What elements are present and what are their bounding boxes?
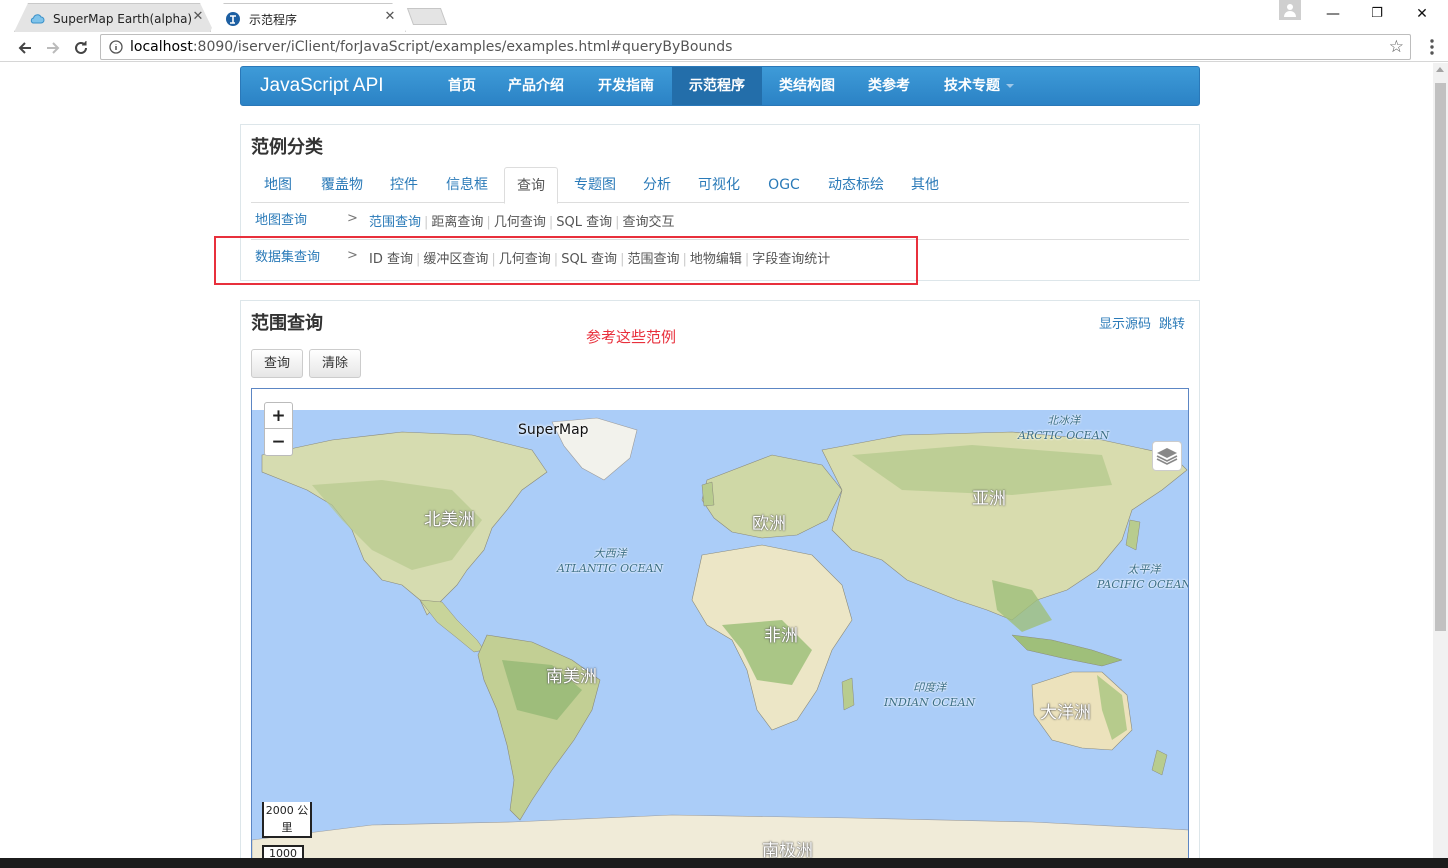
forward-arrow-icon[interactable] — [43, 38, 63, 58]
query-button[interactable]: 查询 — [251, 349, 304, 378]
address-bar[interactable]: localhost:8090/iserver/iClient/forJavaSc… — [100, 34, 1411, 60]
nav-product[interactable]: 产品介绍 — [497, 67, 575, 105]
nav-tech-topics-label: 技术专题 — [944, 78, 1000, 94]
tab-dynamic-plot[interactable]: 动态标绘 — [819, 167, 893, 203]
label-antarctica: 南极洲 — [762, 841, 813, 858]
clear-button[interactable]: 清除 — [309, 349, 362, 378]
nav-class-ref[interactable]: 类参考 — [857, 67, 921, 105]
caret-down-icon — [1006, 84, 1014, 88]
new-tab-button[interactable] — [406, 8, 448, 25]
tab-controls[interactable]: 控件 — [381, 167, 427, 203]
tab-title: SuperMap Earth(alpha) — [53, 12, 193, 26]
row-separator: > — [347, 211, 358, 226]
link-sql-query[interactable]: SQL 查询 — [556, 215, 612, 230]
link-bounds-query[interactable]: 范围查询 — [369, 215, 421, 230]
jump-link[interactable]: 跳转 — [1159, 317, 1185, 332]
panel-title: 范例分类 — [251, 137, 323, 158]
tab-ogc[interactable]: OGC — [759, 167, 809, 203]
label-africa: 非洲 — [764, 626, 798, 646]
nav-tech-topics[interactable]: 技术专题 — [934, 67, 1024, 105]
nav-examples[interactable]: 示范程序 — [672, 67, 762, 105]
close-icon[interactable]: ✕ — [191, 10, 205, 24]
category-tabs: 地图 覆盖物 控件 信息框 查询 专题图 分析 可视化 OGC 动态标绘 其他 — [251, 167, 1189, 204]
world-map[interactable] — [252, 410, 1189, 858]
restore-button[interactable]: ❐ — [1355, 2, 1399, 26]
link-query-interaction[interactable]: 查询交互 — [622, 215, 674, 230]
cloud-icon — [30, 14, 45, 24]
label-north-america: 北美洲 — [424, 510, 475, 530]
page-viewport: JavaScript API 首页 产品介绍 开发指南 示范程序 类结构图 类参… — [0, 63, 1433, 858]
info-icon[interactable] — [109, 40, 123, 54]
link-distance-query[interactable]: 距离查询 — [431, 215, 483, 230]
zoom-in-button[interactable]: + — [265, 403, 292, 429]
tab-title: 示范程序 — [249, 12, 298, 27]
label-oceania: 大洋洲 — [1040, 703, 1091, 723]
annotation-note: 参考这些范例 — [586, 328, 677, 346]
browser-tab-examples[interactable]: 示范程序 ✕ — [210, 3, 406, 32]
tab-infowindow[interactable]: 信息框 — [435, 167, 499, 203]
demo-panel: 范围查询 显示源码 跳转 参考这些范例 查询 清除 SuperMap + − 北… — [240, 300, 1200, 858]
reload-icon[interactable] — [71, 38, 91, 58]
scale-bar: 2000 公里 — [262, 802, 312, 838]
nav-class-diagram[interactable]: 类结构图 — [769, 67, 845, 105]
label-atlantic-ocean: 大西洋 ATLANTIC OCEAN — [557, 547, 664, 575]
zoom-out-button[interactable]: − — [265, 429, 292, 455]
browser-toolbar: localhost:8090/iserver/iClient/forJavaSc… — [0, 32, 1448, 62]
tab-visualization[interactable]: 可视化 — [689, 167, 749, 203]
nav-dev-guide[interactable]: 开发指南 — [587, 67, 665, 105]
annotation-highlight-box — [214, 236, 918, 285]
tab-thematic[interactable]: 专题图 — [564, 167, 626, 203]
label-europe: 欧洲 — [752, 514, 786, 534]
link-geometry-query[interactable]: 几何查询 — [494, 215, 546, 230]
row-label: 地图查询 — [255, 213, 308, 228]
minimize-button[interactable]: — — [1311, 2, 1355, 26]
scroll-up-arrow-icon[interactable] — [1436, 67, 1444, 72]
label-asia: 亚洲 — [972, 489, 1006, 509]
window-close-button[interactable]: ✕ — [1400, 2, 1444, 26]
back-arrow-icon[interactable] — [15, 38, 35, 58]
layers-icon[interactable] — [1152, 441, 1182, 471]
brand-title[interactable]: JavaScript API — [260, 75, 384, 97]
tab-map[interactable]: 地图 — [253, 167, 303, 203]
site-navbar: JavaScript API 首页 产品介绍 开发指南 示范程序 类结构图 类参… — [240, 66, 1200, 106]
row-links: 范围查询 | 距离查询 | 几何查询 | SQL 查询 | 查询交互 — [369, 215, 675, 230]
supermap-logo: SuperMap — [518, 422, 589, 438]
nav-home[interactable]: 首页 — [437, 67, 487, 105]
label-arctic-ocean: 北冰洋 ARCTIC OCEAN — [1018, 414, 1110, 442]
page-scrollbar[interactable] — [1433, 63, 1448, 858]
map-query-row: 地图查询 > 范围查询 | 距离查询 | 几何查询 | SQL 查询 | 查询交互 — [251, 203, 1189, 240]
os-taskbar — [0, 858, 1448, 868]
menu-dots-icon[interactable] — [1424, 38, 1440, 56]
show-source-link[interactable]: 显示源码 — [1099, 317, 1151, 332]
demo-links: 显示源码 跳转 — [1091, 313, 1185, 332]
demo-title: 范围查询 — [251, 313, 323, 334]
label-pacific-ocean: 太平洋 PACIFIC OCEAN — [1097, 563, 1189, 591]
tab-query[interactable]: 查询 — [504, 167, 558, 204]
label-south-america: 南美洲 — [546, 667, 597, 687]
url-text: localhost:8090/iserver/iClient/forJavaSc… — [130, 39, 733, 55]
user-profile-icon[interactable] — [1279, 0, 1301, 20]
label-indian-ocean: 印度洋 INDIAN OCEAN — [884, 681, 976, 709]
bookmark-star-icon[interactable]: ☆ — [1389, 38, 1404, 56]
supermap-logo-icon — [226, 12, 240, 26]
tab-overlay[interactable]: 覆盖物 — [311, 167, 373, 203]
tab-other[interactable]: 其他 — [903, 167, 947, 203]
scale-bar-secondary: 1000 — [262, 845, 304, 858]
browser-tab-supermap-earth[interactable]: SuperMap Earth(alpha) ✕ — [14, 3, 214, 32]
map-container[interactable]: SuperMap + − 北美洲 欧洲 亚洲 非洲 南美洲 大洋洲 南极洲 北冰… — [251, 388, 1189, 858]
tab-analysis[interactable]: 分析 — [635, 167, 679, 203]
close-icon[interactable]: ✕ — [383, 10, 397, 24]
zoom-control: + − — [264, 402, 293, 456]
tab-strip: SuperMap Earth(alpha) ✕ 示范程序 ✕ — ❐ ✕ — [0, 0, 1448, 32]
scrollbar-thumb[interactable] — [1435, 83, 1446, 631]
